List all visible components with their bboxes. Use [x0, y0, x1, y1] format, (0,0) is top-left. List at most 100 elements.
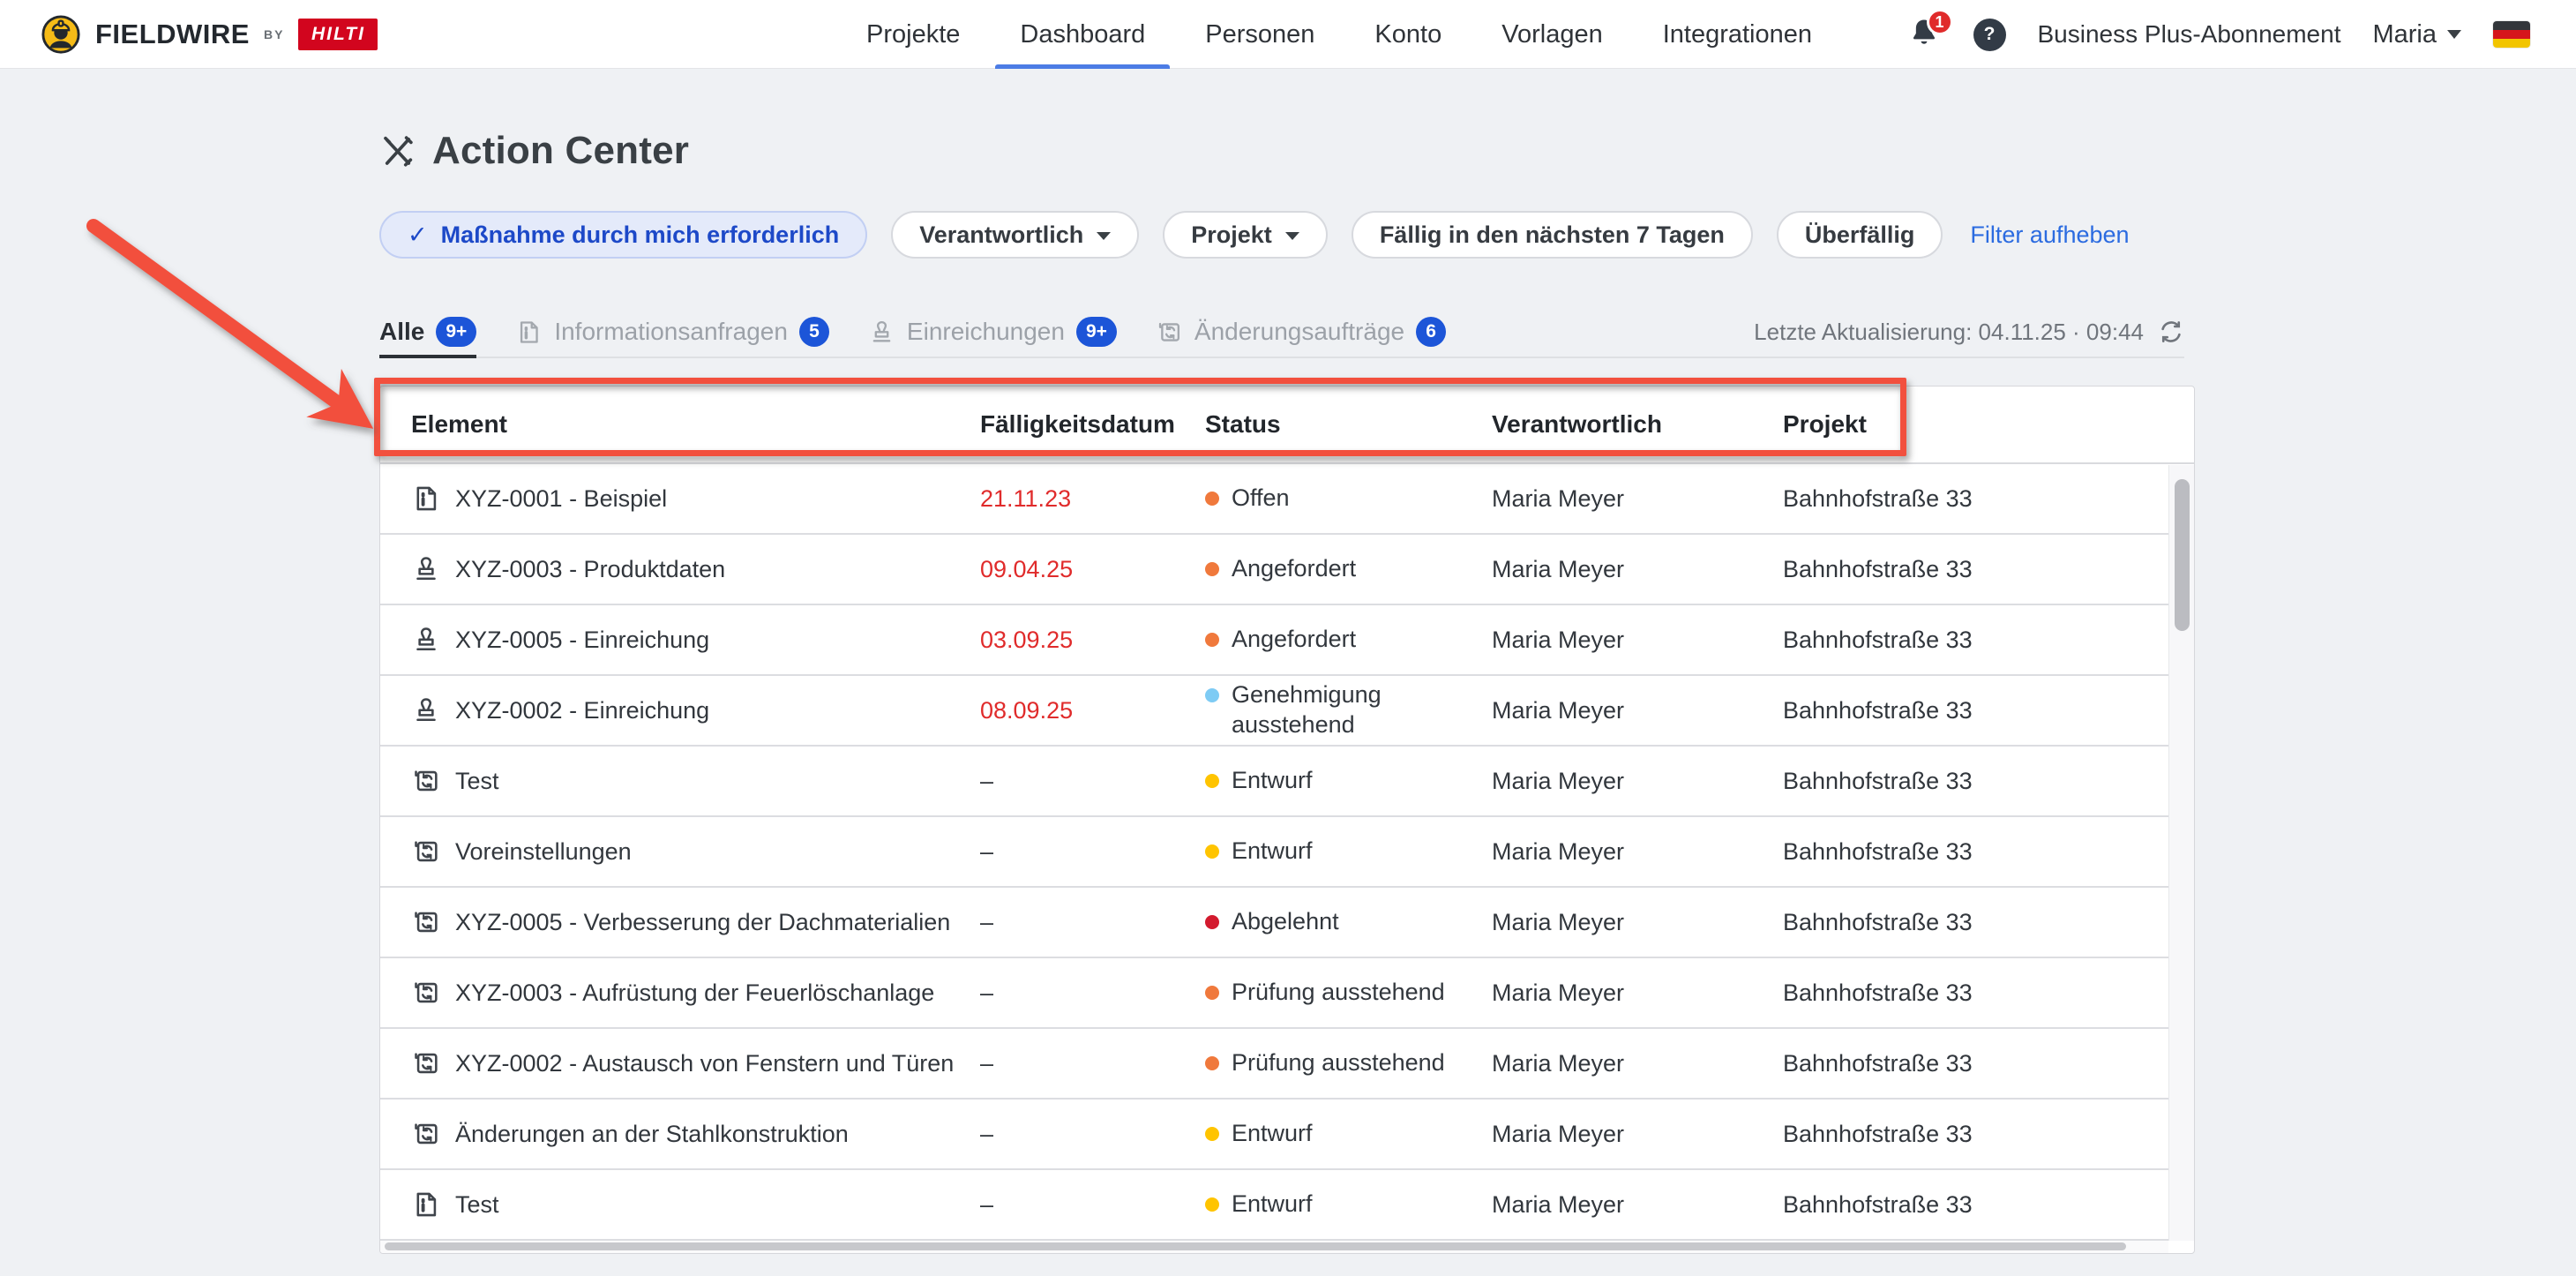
tab-3[interactable]: Änderungsaufträge 6 [1156, 307, 1446, 357]
status-dot [1205, 492, 1219, 506]
filter-chip-3[interactable]: Überfällig [1777, 211, 1943, 259]
column-header-2[interactable]: Status [1205, 410, 1492, 439]
element-label: XYZ-0002 - Einreichung [455, 697, 709, 724]
filter-chip-label: Maßnahme durch mich erforderlich [441, 221, 840, 249]
horizontal-scrollbar[interactable] [380, 1241, 2168, 1253]
chevron-down-icon [1285, 232, 1299, 240]
notification-badge: 1 [1927, 9, 1953, 35]
status-label: Entwurf [1232, 766, 1313, 796]
table-row[interactable]: Test – Entwurf Maria Meyer Bahnhofstraße… [380, 1170, 2194, 1241]
status-cell: Angefordert [1205, 625, 1492, 655]
tab-label: Informationsanfragen [554, 318, 788, 346]
status-label: Genehmigung ausstehend [1232, 680, 1457, 740]
vertical-scrollbar-thumb[interactable] [2175, 479, 2190, 631]
nav-item-label: Projekte [866, 20, 960, 49]
table-row[interactable]: XYZ-0002 - Einreichung 08.09.25 Genehmig… [380, 676, 2194, 747]
responsible-cell: Maria Meyer [1492, 980, 1783, 1007]
due-date: – [980, 980, 1205, 1007]
due-date: – [980, 909, 1205, 936]
filter-chip-0[interactable]: Verantwortlich [891, 211, 1139, 259]
nav-item-2[interactable]: Personen [1202, 0, 1318, 69]
status-label: Entwurf [1232, 837, 1313, 867]
column-header-4[interactable]: Projekt [1783, 410, 2194, 439]
project-cell: Bahnhofstraße 33 [1783, 838, 2194, 866]
fieldwire-logo[interactable]: FIELDWIRE BY HILTI [41, 0, 378, 69]
column-header-1[interactable]: Fälligkeitsdatum [980, 410, 1205, 439]
submittal-icon [411, 625, 441, 655]
project-cell: Bahnhofstraße 33 [1783, 980, 2194, 1007]
change-icon [411, 837, 441, 867]
table-row[interactable]: XYZ-0005 - Verbesserung der Dachmaterial… [380, 888, 2194, 958]
change-icon [411, 978, 441, 1008]
filter-chip-label: Fällig in den nächsten 7 Tagen [1380, 221, 1725, 249]
responsible-cell: Maria Meyer [1492, 909, 1783, 936]
element-cell: XYZ-0002 - Austausch von Fenstern und Tü… [411, 1048, 980, 1078]
horizontal-scrollbar-thumb[interactable] [385, 1242, 2126, 1250]
filter-chip-2[interactable]: Fällig in den nächsten 7 Tagen [1352, 211, 1753, 259]
tab-label: Änderungsaufträge [1194, 318, 1404, 346]
language-flag-german[interactable] [2493, 21, 2530, 48]
nav-item-label: Personen [1205, 20, 1314, 49]
count-badge: 9+ [436, 317, 476, 347]
column-header-0[interactable]: Element [411, 410, 980, 439]
status-dot [1205, 844, 1219, 859]
element-label: XYZ-0003 - Produktdaten [455, 556, 725, 583]
change-icon [411, 1119, 441, 1149]
nav-item-1[interactable]: Dashboard [1016, 0, 1149, 69]
count-badge: 5 [799, 317, 829, 347]
nav-item-3[interactable]: Konto [1371, 0, 1445, 69]
responsible-cell: Maria Meyer [1492, 485, 1783, 513]
user-menu[interactable]: Maria [2372, 20, 2461, 49]
column-header-3[interactable]: Verantwortlich [1492, 410, 1783, 439]
refresh-icon[interactable] [2158, 319, 2184, 345]
status-label: Prüfung ausstehend [1232, 1048, 1445, 1078]
project-cell: Bahnhofstraße 33 [1783, 627, 2194, 654]
subscription-label: Business Plus-Abonnement [2038, 20, 2341, 49]
nav-item-4[interactable]: Vorlagen [1498, 0, 1606, 69]
vertical-scrollbar[interactable] [2168, 465, 2194, 1241]
chevron-down-icon [1097, 232, 1111, 240]
table-body: XYZ-0001 - Beispiel 21.11.23 Offen Maria… [380, 464, 2194, 1241]
clear-filters-link[interactable]: Filter aufheben [1970, 221, 2129, 249]
status-dot [1205, 774, 1219, 788]
rfi-icon [411, 1190, 441, 1220]
hilti-logo: HILTI [298, 19, 378, 50]
table-row[interactable]: XYZ-0003 - Produktdaten 09.04.25 Angefor… [380, 535, 2194, 605]
notifications-button[interactable]: 1 [1908, 17, 1942, 52]
filter-chip-selected[interactable]: ✓ Maßnahme durch mich erforderlich [379, 211, 867, 259]
tab-0[interactable]: Alle 9+ [379, 307, 476, 357]
nav-item-label: Dashboard [1020, 20, 1145, 49]
status-label: Entwurf [1232, 1190, 1313, 1220]
due-date: 08.09.25 [980, 697, 1205, 724]
status-cell: Prüfung ausstehend [1205, 978, 1492, 1008]
project-cell: Bahnhofstraße 33 [1783, 556, 2194, 583]
nav-item-5[interactable]: Integrationen [1659, 0, 1816, 69]
element-cell: XYZ-0005 - Verbesserung der Dachmaterial… [411, 907, 980, 937]
last-update-text: Letzte Aktualisierung: 04.11.25 · 09:44 [1754, 319, 2144, 346]
change-icon [411, 766, 441, 796]
annotation-arrow [53, 201, 423, 448]
change-icon [411, 907, 441, 937]
status-label: Prüfung ausstehend [1232, 978, 1445, 1008]
element-label: XYZ-0003 - Aufrüstung der Feuerlöschanla… [455, 980, 934, 1007]
tab-1[interactable]: Informationsanfragen 5 [515, 307, 829, 357]
project-cell: Bahnhofstraße 33 [1783, 485, 2194, 513]
table-row[interactable]: Änderungen an der Stahlkonstruktion – En… [380, 1100, 2194, 1170]
submittal-icon [411, 554, 441, 584]
tab-2[interactable]: Einreichungen 9+ [868, 307, 1117, 357]
table-row[interactable]: XYZ-0002 - Austausch von Fenstern und Tü… [380, 1029, 2194, 1100]
table-row[interactable]: Voreinstellungen – Entwurf Maria Meyer B… [380, 817, 2194, 888]
table-row[interactable]: Test – Entwurf Maria Meyer Bahnhofstraße… [380, 747, 2194, 817]
nav-item-0[interactable]: Projekte [863, 0, 963, 69]
table-row[interactable]: XYZ-0001 - Beispiel 21.11.23 Offen Maria… [380, 464, 2194, 535]
element-cell: XYZ-0003 - Aufrüstung der Feuerlöschanla… [411, 978, 980, 1008]
filter-chip-1[interactable]: Projekt [1163, 211, 1328, 259]
count-badge: 9+ [1076, 317, 1117, 347]
help-button[interactable]: ? [1973, 19, 2006, 51]
rfi-icon [411, 484, 441, 514]
status-cell: Prüfung ausstehend [1205, 1048, 1492, 1078]
table-row[interactable]: XYZ-0005 - Einreichung 03.09.25 Angeford… [380, 605, 2194, 676]
status-cell: Entwurf [1205, 1119, 1492, 1149]
table-row[interactable]: XYZ-0003 - Aufrüstung der Feuerlöschanla… [380, 958, 2194, 1029]
change-icon [1156, 319, 1183, 346]
